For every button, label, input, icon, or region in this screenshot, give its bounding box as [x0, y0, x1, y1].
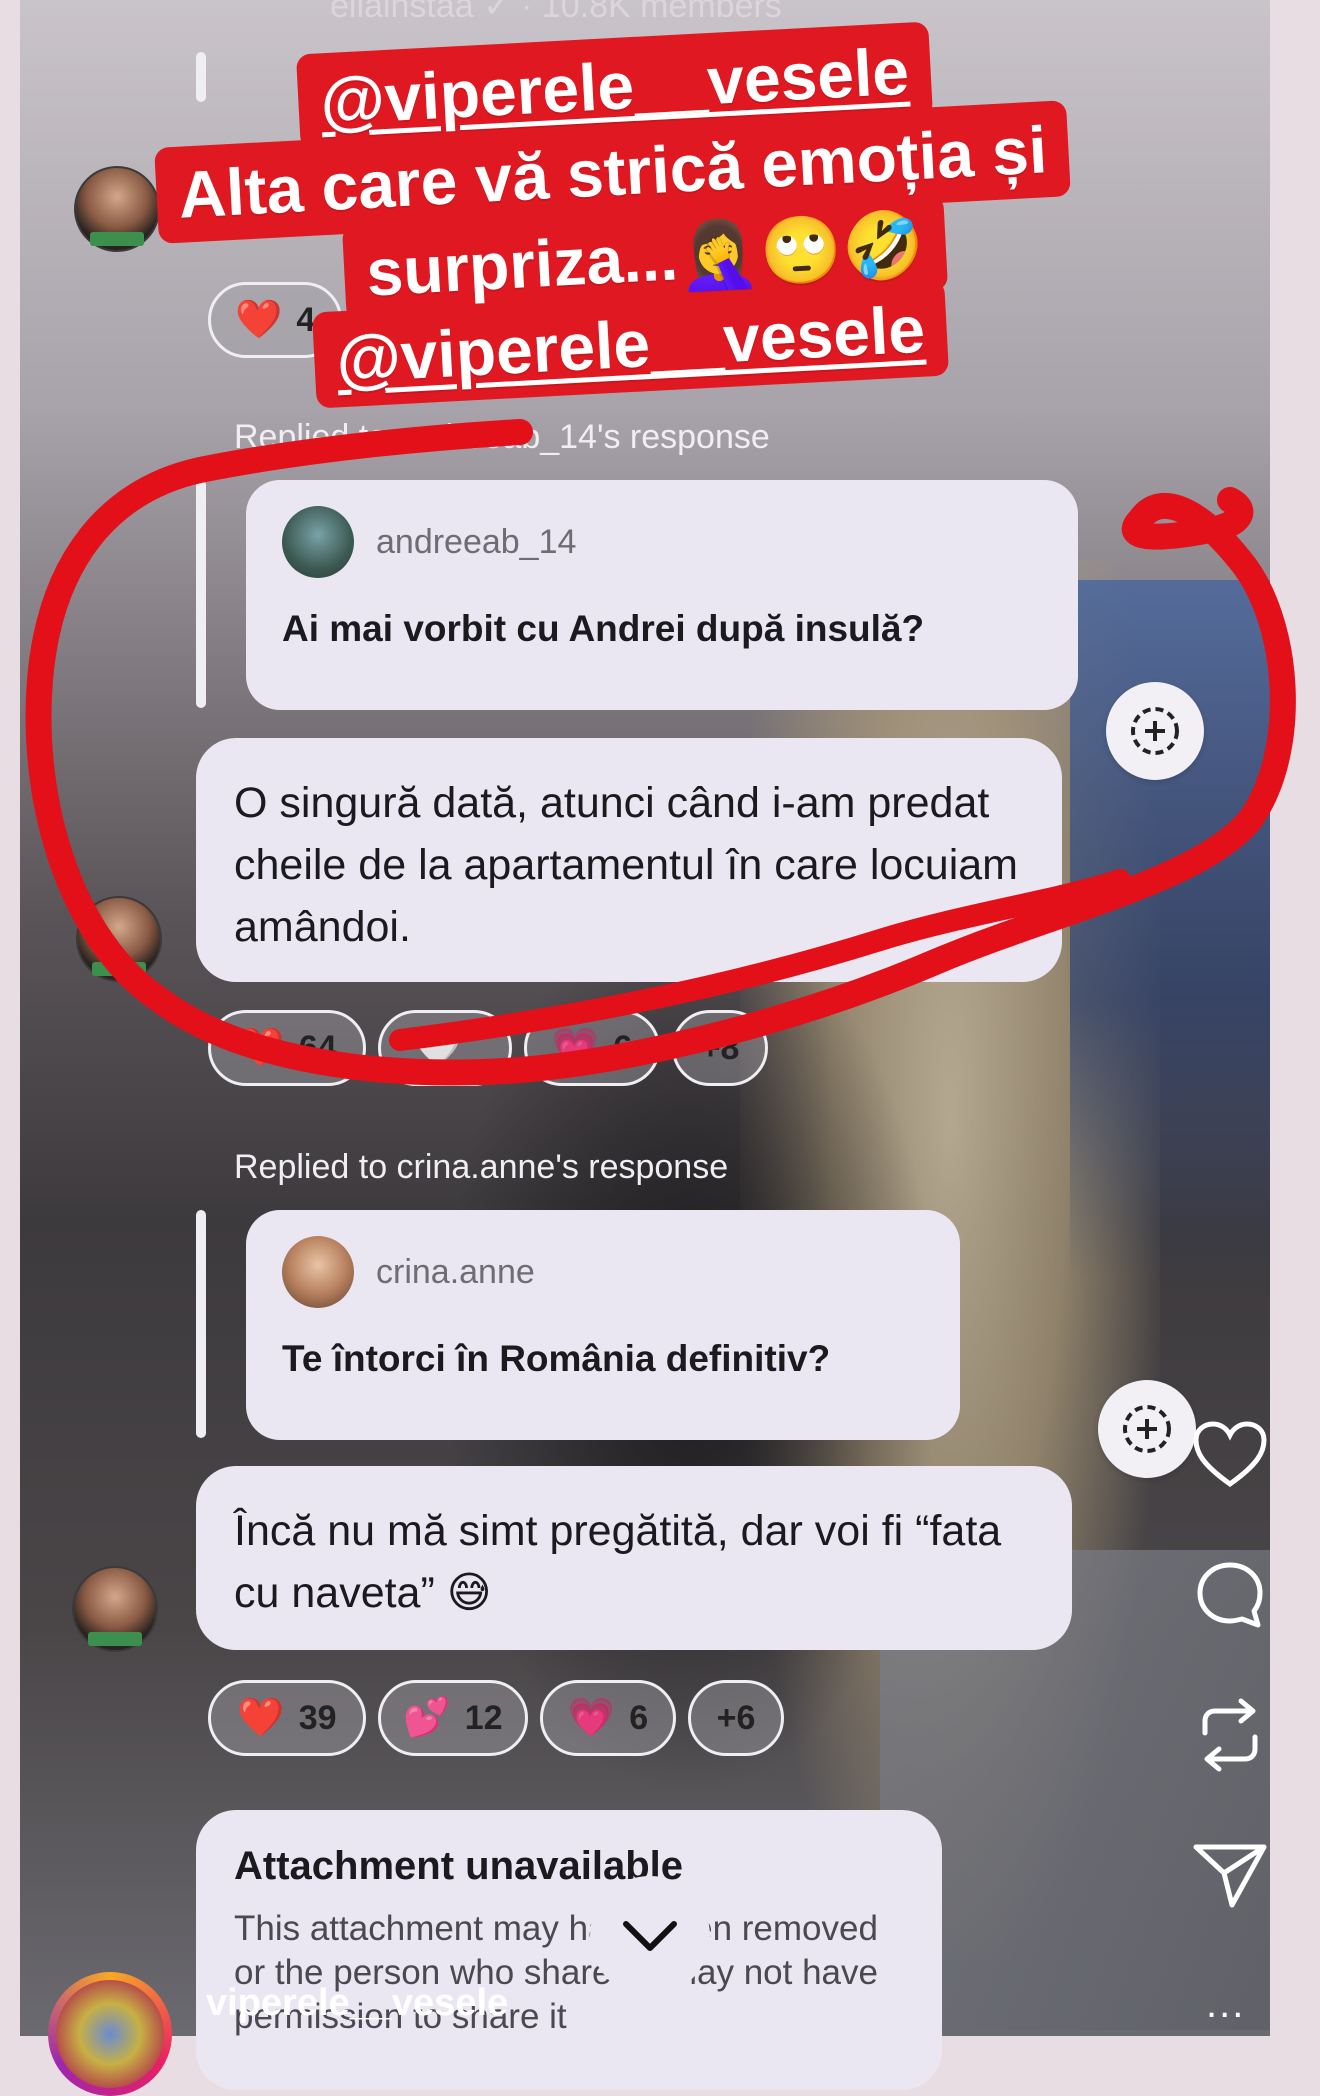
banner-mention[interactable]: @viperele__vesele: [334, 292, 926, 397]
